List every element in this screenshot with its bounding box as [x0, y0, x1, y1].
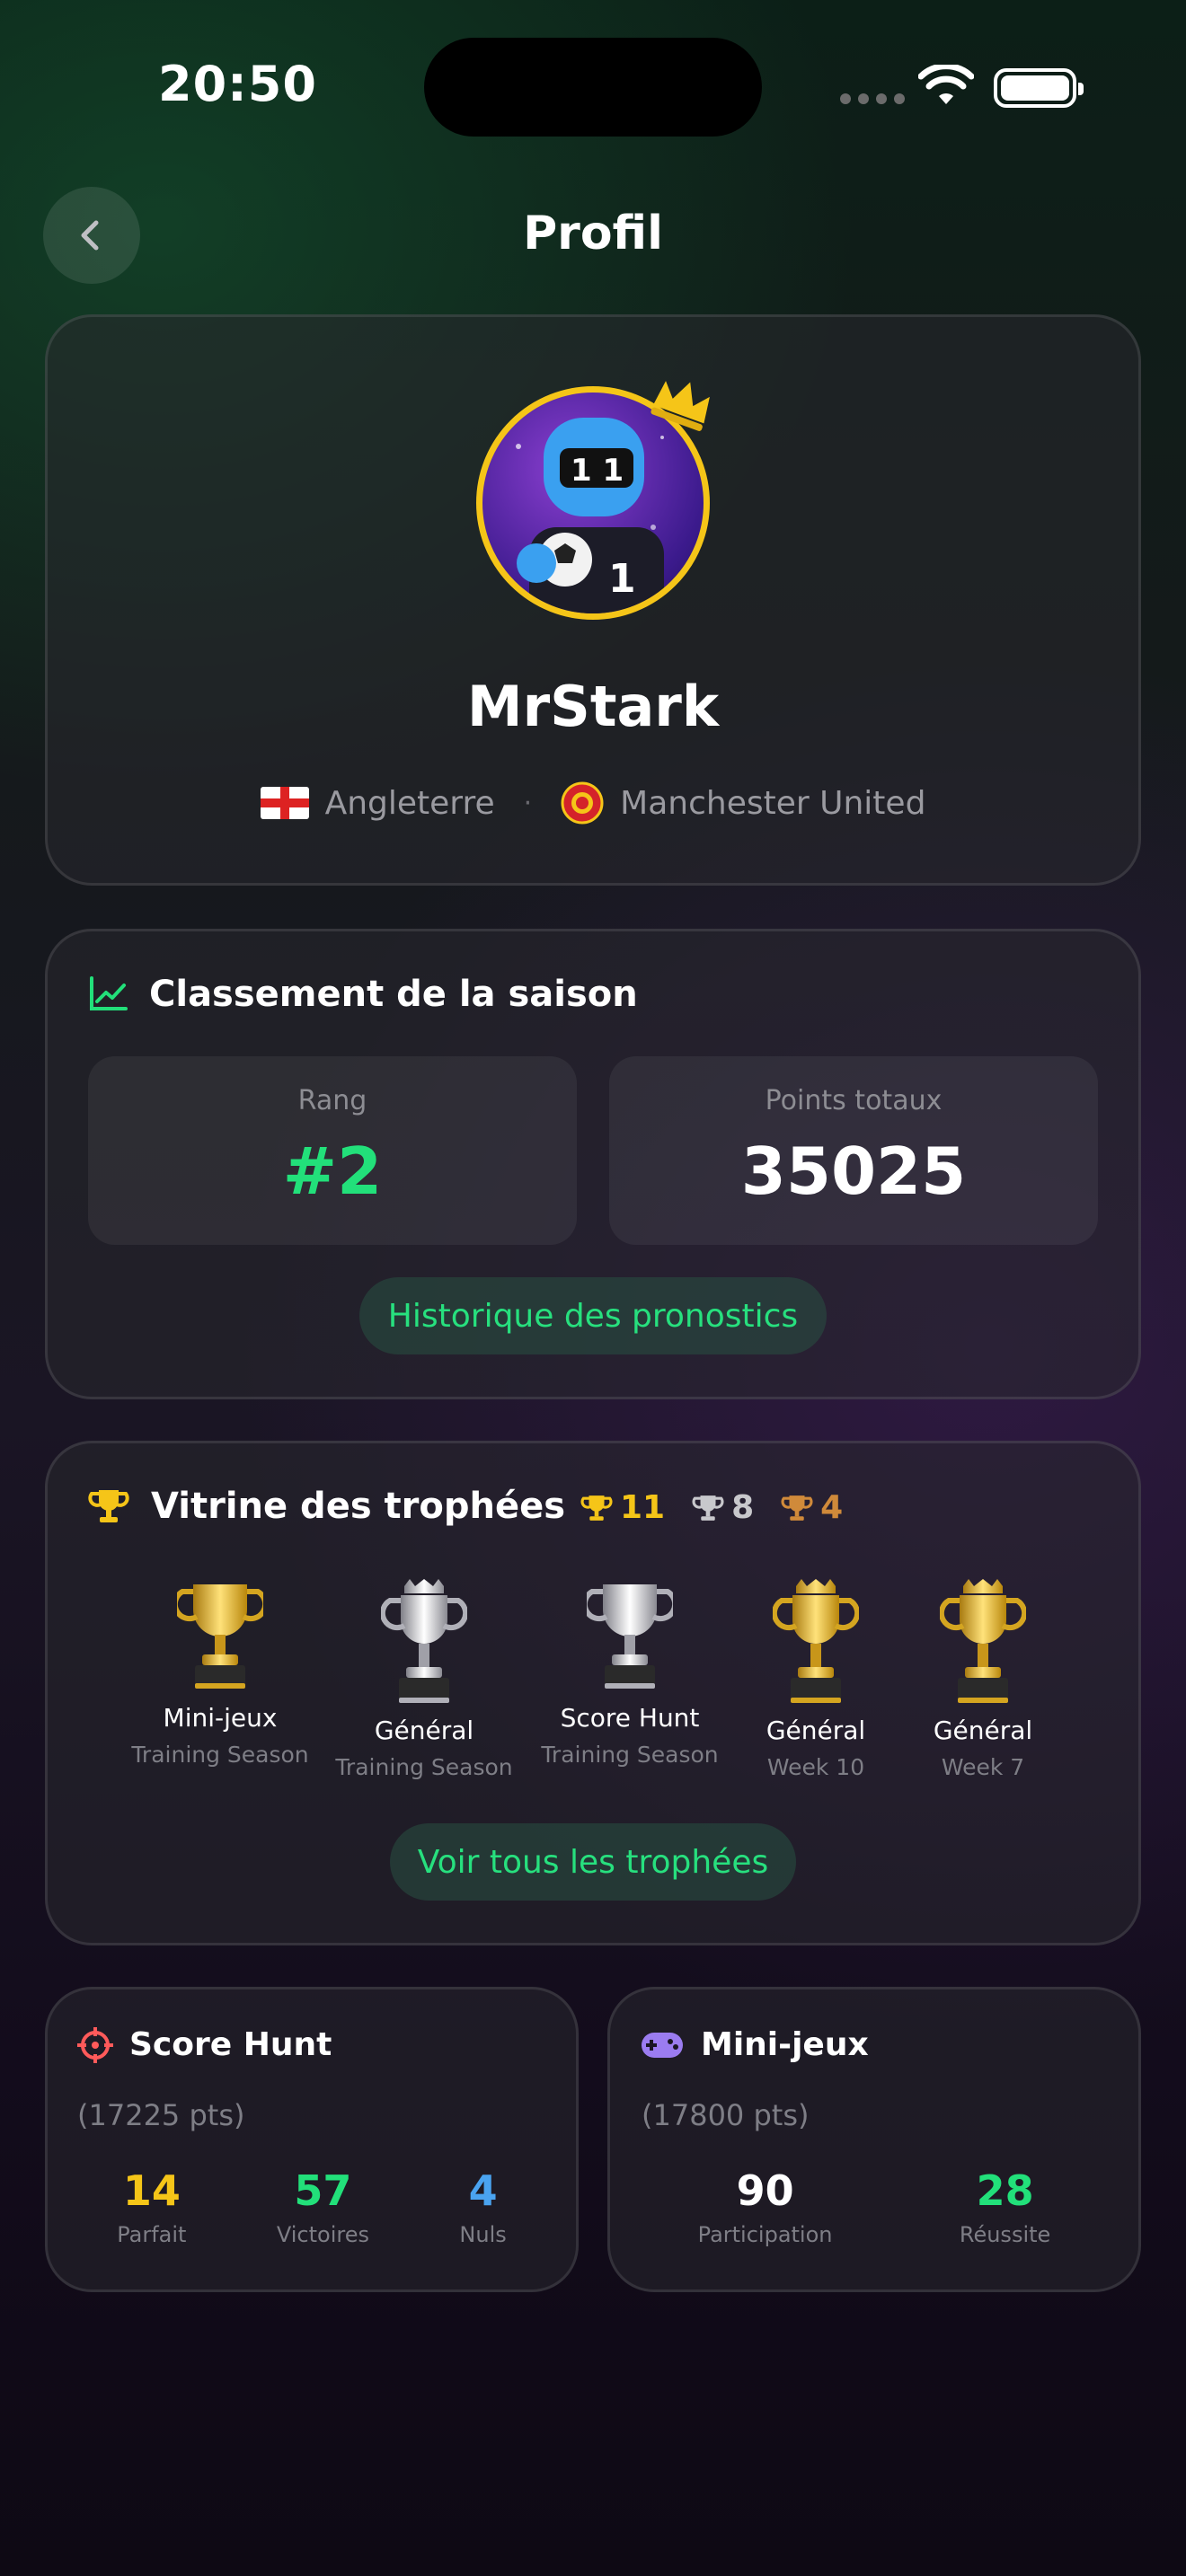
- trophy-name: Général: [933, 1716, 1033, 1745]
- gold-trophy-icon: [580, 1495, 613, 1521]
- view-all-trophies-button[interactable]: Voir tous les trophées: [390, 1823, 796, 1901]
- bronze-trophy-icon: [781, 1495, 813, 1521]
- points-label: Points totaux: [765, 1085, 943, 1116]
- page-title: Profil: [523, 207, 663, 260]
- meta-separator: ·: [523, 787, 533, 819]
- stat-wins: 57 Victoires: [277, 2166, 369, 2247]
- stat-label: Participation: [697, 2222, 833, 2247]
- stat-label: Nuls: [459, 2222, 507, 2247]
- wifi-icon: [918, 65, 974, 104]
- club-badge-icon: [561, 781, 604, 825]
- trophy-counts: 11 8 4: [580, 1489, 843, 1526]
- score-hunt-header: Score Hunt: [77, 2026, 332, 2063]
- bronze-trophy-count: 4: [781, 1489, 843, 1526]
- stat-value: 28: [976, 2166, 1034, 2215]
- silver-count-value: 8: [731, 1489, 755, 1526]
- trophy-season: Training Season: [541, 1742, 719, 1768]
- stat-value: 57: [294, 2166, 352, 2215]
- gold-crown-trophy-icon: [773, 1579, 859, 1703]
- stat-label: Réussite: [959, 2222, 1051, 2247]
- mini-games-points: (17800 pts): [642, 2098, 810, 2132]
- stat-value: 14: [122, 2166, 181, 2215]
- crosshair-icon: [77, 2026, 113, 2063]
- mini-games-header: Mini-jeux: [640, 2026, 869, 2063]
- trophy-showcase-title: Vitrine des trophées: [151, 1486, 566, 1527]
- username: MrStark: [466, 674, 720, 739]
- stat-label: Victoires: [276, 2222, 369, 2247]
- gold-cup-trophy-icon: [177, 1584, 263, 1689]
- silver-trophy-icon: [692, 1495, 724, 1521]
- trophy-item[interactable]: Général Week 7: [884, 1577, 1082, 1780]
- score-hunt-stats: 14 Parfait 57 Victoires 4 Nuls: [72, 2166, 552, 2247]
- trophy-season: Week 7: [941, 1754, 1025, 1780]
- trophy-showcase-header: Vitrine des trophées: [88, 1486, 565, 1527]
- dynamic-island: [424, 38, 762, 137]
- profile-meta: Angleterre · Manchester United: [0, 781, 1186, 825]
- trophy-item[interactable]: Général Training Season: [325, 1577, 523, 1780]
- trophy-icon: [88, 1490, 129, 1522]
- gold-count-value: 11: [620, 1489, 666, 1526]
- rank-box: Rang #2: [88, 1056, 577, 1245]
- cellular-signal-icon: [840, 93, 905, 104]
- trophy-name: Général: [374, 1716, 474, 1745]
- crown-icon: [651, 381, 710, 431]
- rank-value: #2: [282, 1134, 383, 1209]
- trophy-name: Score Hunt: [560, 1703, 700, 1733]
- svg-text:1 1: 1 1: [571, 453, 624, 489]
- stat-success: 28 Réussite: [960, 2166, 1050, 2247]
- trophy-item[interactable]: Mini-jeux Training Season: [121, 1577, 319, 1768]
- stat-value: 4: [468, 2166, 498, 2215]
- stat-value: 90: [736, 2166, 794, 2215]
- silver-cup-trophy-icon: [587, 1584, 673, 1689]
- gold-trophy-count: 11: [580, 1489, 665, 1526]
- stat-participation: 90 Participation: [698, 2166, 833, 2247]
- stat-label: Parfait: [117, 2222, 187, 2247]
- points-value: 35025: [740, 1134, 967, 1209]
- england-flag-icon: [260, 787, 309, 819]
- chart-line-icon: [90, 976, 128, 1010]
- trophy-item[interactable]: Score Hunt Training Season: [531, 1577, 729, 1768]
- trophy-season: Training Season: [131, 1742, 309, 1768]
- gold-crown-trophy-icon: [940, 1579, 1026, 1703]
- silver-crown-trophy-icon: [381, 1579, 467, 1703]
- score-hunt-title: Score Hunt: [129, 2026, 332, 2063]
- stat-draws: 4 Nuls: [459, 2166, 506, 2247]
- country-label: Angleterre: [324, 784, 495, 822]
- bronze-count-value: 4: [820, 1489, 844, 1526]
- silver-trophy-count: 8: [692, 1489, 754, 1526]
- season-ranking-title: Classement de la saison: [149, 974, 638, 1015]
- points-box: Points totaux 35025: [609, 1056, 1098, 1245]
- club-label: Manchester United: [620, 784, 926, 822]
- trophy-name: Mini-jeux: [163, 1703, 278, 1733]
- mini-games-title: Mini-jeux: [701, 2026, 869, 2063]
- battery-icon: [994, 68, 1084, 108]
- season-ranking-header: Classement de la saison: [88, 974, 638, 1015]
- trophy-season: Training Season: [335, 1754, 513, 1780]
- status-time: 20:50: [158, 56, 317, 112]
- rank-label: Rang: [297, 1085, 367, 1116]
- mini-games-stats: 90 Participation 28 Réussite: [634, 2166, 1114, 2247]
- svg-text:1: 1: [608, 556, 636, 602]
- stat-perfect: 14 Parfait: [117, 2166, 186, 2247]
- score-hunt-points: (17225 pts): [77, 2098, 245, 2132]
- prediction-history-button[interactable]: Historique des pronostics: [359, 1277, 827, 1354]
- gamepad-icon: [642, 2032, 683, 2058]
